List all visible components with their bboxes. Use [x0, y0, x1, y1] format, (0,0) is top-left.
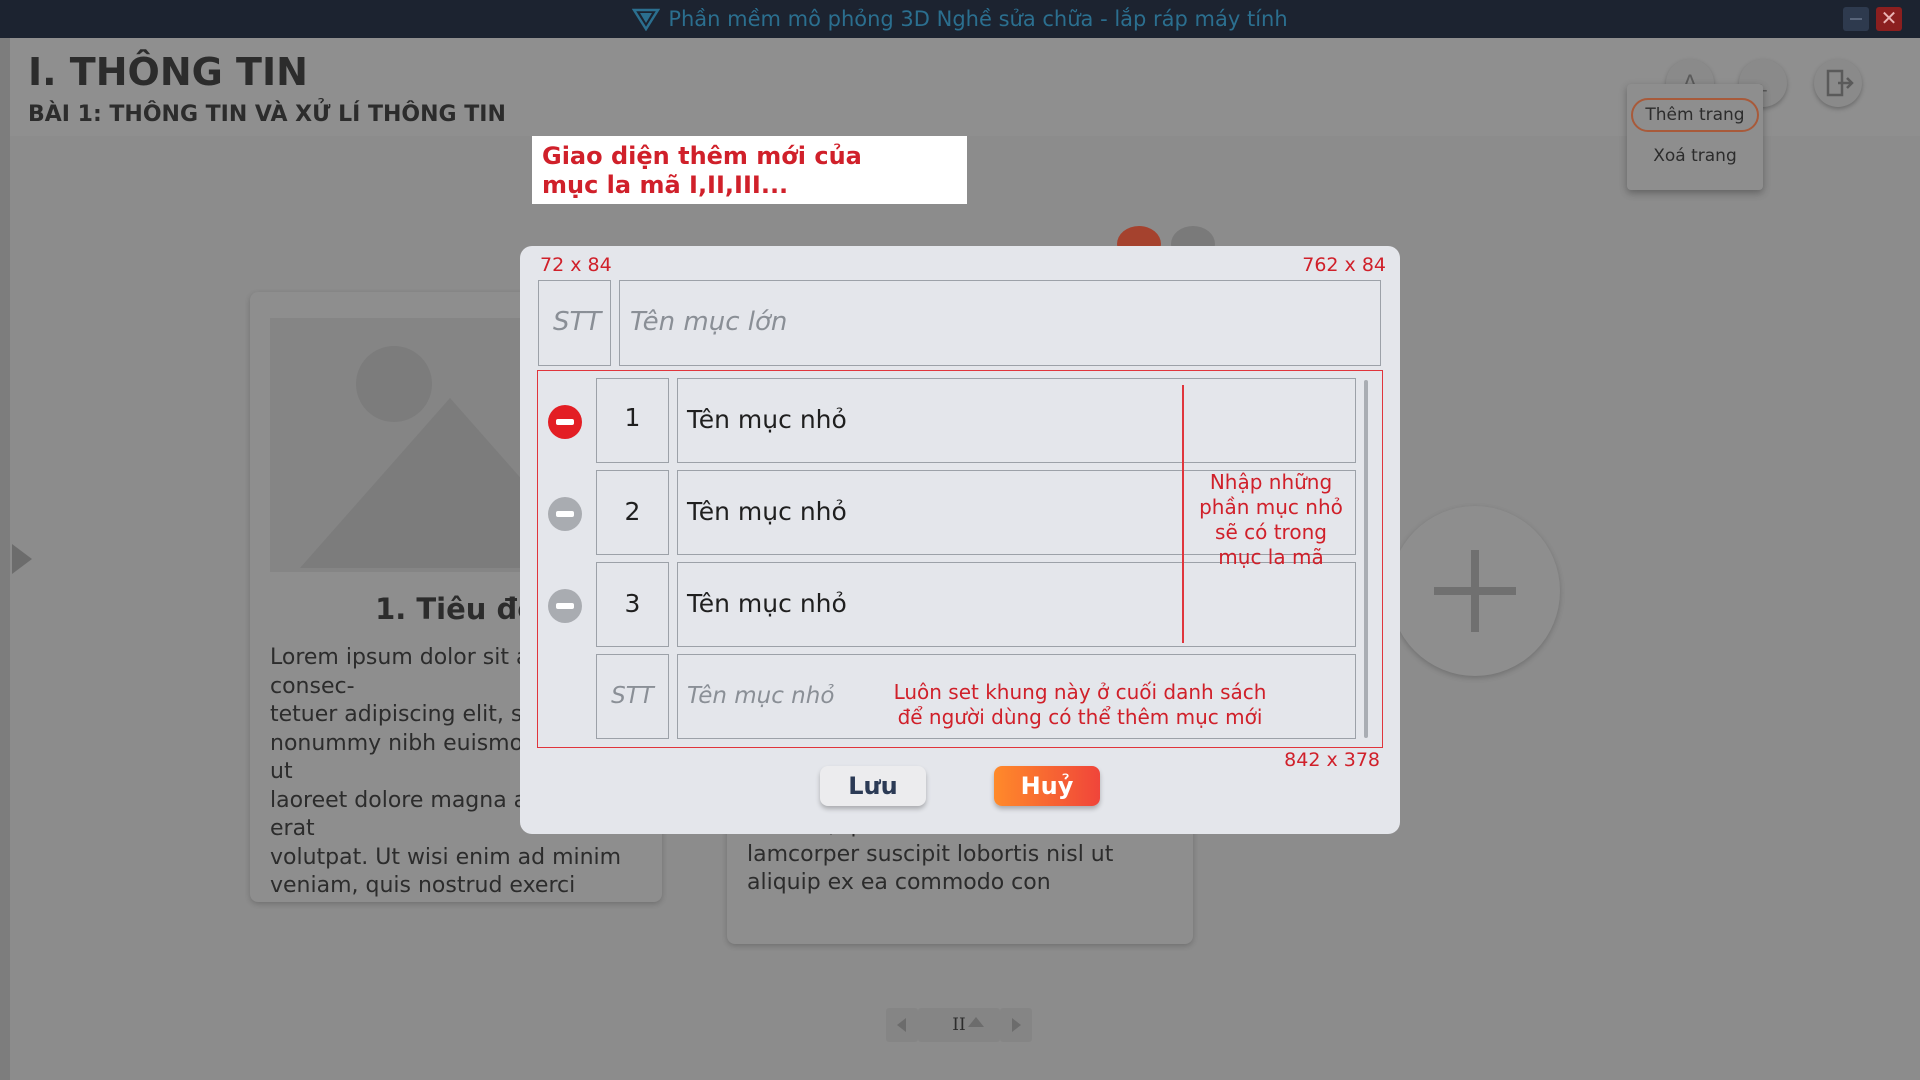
annotation-divider-line: [1182, 385, 1184, 643]
add-section-dialog: 72 x 84 762 x 84 STT Tên mục lớn 1 Tên m…: [520, 246, 1400, 834]
item-3-stt-field[interactable]: 3: [596, 562, 669, 647]
page-indicator: II: [918, 1008, 1000, 1042]
section-stt-placeholder: STT: [553, 307, 602, 337]
prev-page-button[interactable]: [886, 1008, 918, 1042]
exit-door-icon: [1826, 69, 1854, 97]
remove-item-1-icon[interactable]: [548, 405, 582, 439]
item-1-name: Tên mục nhỏ: [687, 405, 847, 434]
save-button[interactable]: Lưu: [820, 766, 926, 806]
annotation-note: Giao diện thêm mới của mục la mã I,II,II…: [532, 136, 967, 204]
add-card-plus-button[interactable]: [1390, 506, 1560, 676]
item-2-name: Tên mục nhỏ: [687, 497, 847, 526]
item-3-number: 3: [624, 589, 641, 618]
delete-page-button[interactable]: Xoá trang: [1627, 146, 1763, 166]
window-titlebar: Phần mềm mô phỏng 3D Nghề sửa chữa - lắp…: [0, 0, 1920, 38]
item-3-name: Tên mục nhỏ: [687, 589, 847, 618]
page-up-icon[interactable]: [968, 1017, 984, 1027]
minimize-button[interactable]: [1843, 7, 1869, 31]
item-2-number: 2: [624, 497, 641, 526]
dimension-title: 762 x 84: [1302, 254, 1386, 276]
add-page-button[interactable]: Thêm trang: [1631, 98, 1759, 132]
item-1-name-field[interactable]: Tên mục nhỏ: [677, 378, 1356, 463]
window-title-area: Phần mềm mô phỏng 3D Nghề sửa chữa - lắp…: [0, 0, 1920, 38]
remove-item-3-icon[interactable]: [548, 589, 582, 623]
remove-item-2-icon[interactable]: [548, 497, 582, 531]
item-1-number: 1: [624, 403, 641, 432]
annotation-line-1: Giao diện thêm mới của: [542, 142, 862, 170]
app-logo-icon: [632, 8, 661, 31]
page-menu-popup: Thêm trang Xoá trang: [1627, 84, 1763, 190]
new-item-stt-input[interactable]: STT: [596, 654, 669, 739]
window-title: Phần mềm mô phỏng 3D Nghề sửa chữa - lắp…: [668, 7, 1288, 31]
list-scrollbar[interactable]: [1364, 380, 1368, 738]
section-stt-input[interactable]: STT: [538, 280, 611, 366]
item-2-stt-field[interactable]: 2: [596, 470, 669, 555]
item-3-name-field[interactable]: Tên mục nhỏ: [677, 562, 1356, 647]
section-title-input[interactable]: Tên mục lớn: [619, 280, 1381, 366]
item-1-stt-field[interactable]: 1: [596, 378, 669, 463]
section-title-placeholder: Tên mục lớn: [630, 307, 788, 337]
page-title: I. THÔNG TIN: [28, 50, 308, 94]
annotation-bottom-note: Luôn set khung này ở cuối danh sách để n…: [893, 680, 1267, 729]
new-item-name-placeholder: Tên mục nhỏ: [687, 683, 835, 709]
next-page-button[interactable]: [1000, 1008, 1032, 1042]
expand-sidebar-arrow-icon[interactable]: [12, 544, 32, 574]
page-subtitle: BÀI 1: THÔNG TIN VÀ XỬ LÍ THÔNG TIN: [28, 102, 506, 127]
annotation-line-2: mục la mã I,II,III...: [542, 171, 789, 199]
exit-icon[interactable]: [1814, 59, 1862, 107]
new-item-stt-placeholder: STT: [611, 683, 654, 709]
cancel-button[interactable]: Huỷ: [994, 766, 1100, 806]
left-sidebar-strip: [0, 38, 10, 1080]
dimension-stt: 72 x 84: [540, 254, 612, 276]
close-window-button[interactable]: ✕: [1876, 7, 1902, 31]
dimension-list: 842 x 378: [1284, 749, 1380, 771]
annotation-right-note: Nhập những phần mục nhỏ sẽ có trong mục …: [1199, 470, 1343, 569]
